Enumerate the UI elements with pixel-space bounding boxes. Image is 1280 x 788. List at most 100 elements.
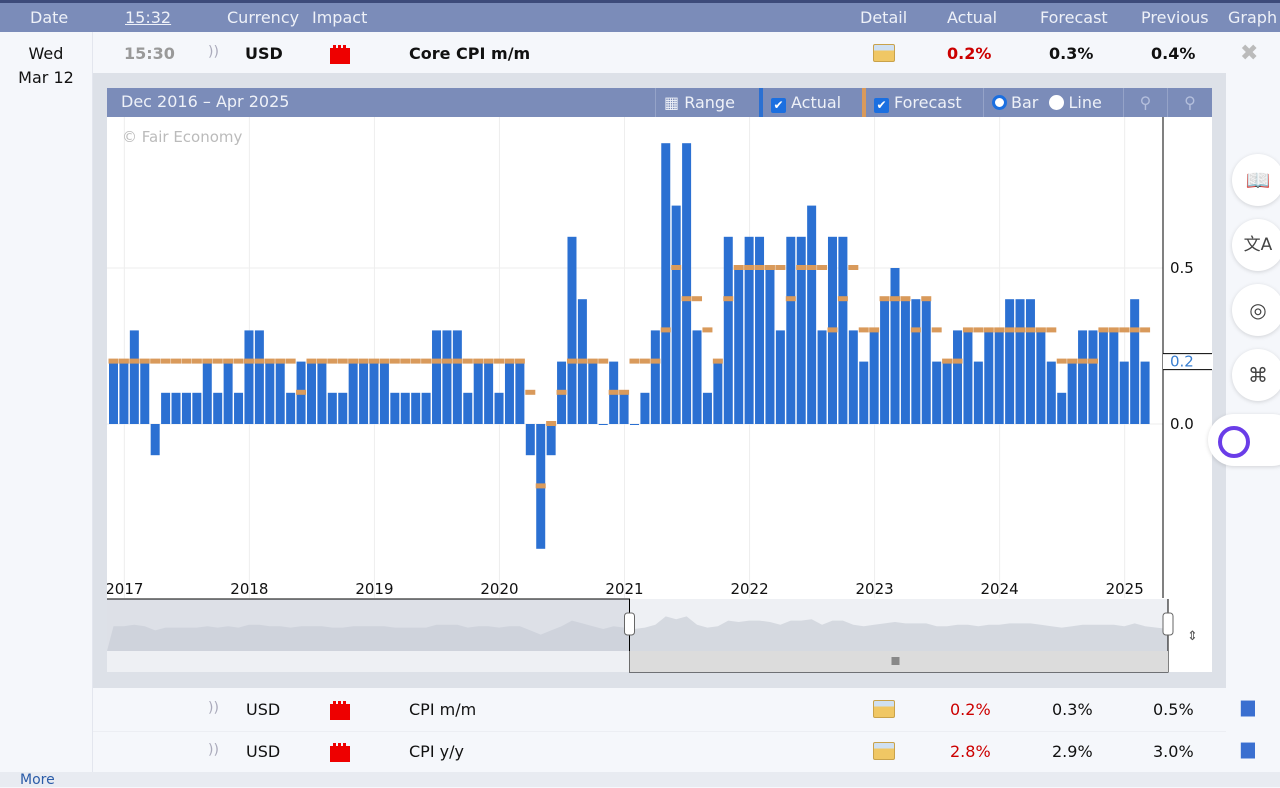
actual-bar <box>171 392 181 424</box>
event-title[interactable]: Core CPI m/m <box>409 44 530 63</box>
forecast-marker <box>1004 327 1015 333</box>
graph-icon[interactable]: ▆ <box>1241 696 1255 717</box>
bar-radio[interactable] <box>992 95 1007 110</box>
assistant-logo-icon[interactable] <box>1208 414 1280 466</box>
forecast-marker <box>723 296 734 302</box>
actual-label: Actual <box>791 93 842 112</box>
actual-bar <box>838 236 848 424</box>
event-row-core-cpi[interactable]: 15:30 )) USD Core CPI m/m 0.2% 0.3% 0.4%… <box>93 33 1258 73</box>
actual-bar <box>1015 299 1025 424</box>
event-forecast: 0.3% <box>1049 44 1094 63</box>
forecast-marker <box>504 358 515 364</box>
event-title[interactable]: CPI m/m <box>409 700 476 719</box>
forecast-marker <box>1067 358 1078 364</box>
actual-bar <box>119 361 129 424</box>
actual-bar <box>411 392 421 424</box>
sound-icon: )) <box>208 742 219 758</box>
event-title[interactable]: CPI y/y <box>409 742 464 761</box>
forecast-marker <box>1015 327 1026 333</box>
actual-bar <box>525 424 535 456</box>
actual-toggle[interactable]: ✔ Actual <box>759 88 849 117</box>
forecast-marker <box>296 389 307 395</box>
x-tick-label: 2018 <box>230 580 268 598</box>
scrollbar-grip-icon <box>891 657 900 665</box>
forecast-marker <box>827 327 838 333</box>
event-row-cpi-yy[interactable]: )) USD CPI y/y 2.8% 2.9% 3.0% ▆ <box>93 731 1255 771</box>
bar-label: Bar <box>1011 93 1039 112</box>
forecast-toggle[interactable]: ✔ Forecast <box>862 88 970 117</box>
translate-icon[interactable]: 文A <box>1232 219 1280 271</box>
forecast-marker <box>671 265 682 270</box>
actual-bar <box>984 330 994 424</box>
event-currency: USD <box>245 44 283 63</box>
forecast-marker <box>608 389 619 395</box>
actual-bar <box>650 330 660 424</box>
navigator-right-handle[interactable] <box>1162 612 1174 636</box>
forecast-marker <box>712 358 723 364</box>
current-time-link[interactable]: 15:32 <box>125 8 171 27</box>
more-label[interactable]: More <box>20 772 55 788</box>
forecast-marker <box>285 358 296 364</box>
table-header: Date 15:32 Currency Impact Detail Actual… <box>0 3 1280 32</box>
range-button[interactable]: ▦ Range <box>655 88 743 117</box>
actual-bar <box>504 361 514 424</box>
actual-bar <box>932 361 942 424</box>
actual-bar <box>973 361 983 424</box>
detail-folder-icon[interactable] <box>873 44 895 62</box>
forecast-marker <box>494 358 505 364</box>
forecast-marker <box>306 358 317 364</box>
forecast-marker <box>858 327 869 333</box>
col-actual: Actual <box>947 8 998 27</box>
broadcast-icon[interactable]: ◎ <box>1232 284 1280 336</box>
zoom-in-icon[interactable]: ⚲ <box>1123 88 1167 117</box>
forecast-marker <box>452 358 463 364</box>
col-date: Date <box>30 8 69 27</box>
forecast-marker <box>1140 327 1151 333</box>
close-graph-icon[interactable]: ✖ <box>1240 41 1258 66</box>
actual-bar <box>744 236 754 424</box>
actual-bar <box>1130 299 1140 424</box>
actual-bar <box>432 330 442 424</box>
actual-bar <box>442 330 452 424</box>
chart-mode-group: Bar Line <box>983 88 1110 117</box>
navigator-left-handle[interactable] <box>624 612 635 636</box>
actual-checkbox[interactable]: ✔ <box>771 98 786 113</box>
event-row-cpi-mm[interactable]: )) USD CPI m/m 0.2% 0.3% 0.5% ▆ <box>93 690 1255 730</box>
forecast-marker <box>848 265 859 270</box>
forecast-marker <box>566 358 577 364</box>
range-label: Range <box>684 93 735 112</box>
forecast-marker <box>890 296 900 302</box>
actual-bar <box>671 205 681 424</box>
more-link[interactable]: More <box>0 772 1280 788</box>
x-tick-label: 2019 <box>355 580 393 598</box>
scroll-updown-icon: ⇕ <box>1187 629 1198 644</box>
line-radio[interactable] <box>1049 95 1065 110</box>
detail-folder-icon[interactable] <box>873 742 895 760</box>
actual-bar <box>254 330 264 424</box>
forecast-marker <box>483 358 494 364</box>
actual-bar <box>640 392 650 424</box>
forecast-marker <box>410 358 421 364</box>
forecast-marker <box>254 358 265 364</box>
actual-bar <box>1140 361 1150 424</box>
forecast-marker <box>973 327 984 333</box>
forecast-marker <box>962 327 973 333</box>
forecast-marker <box>462 358 473 364</box>
forecast-marker <box>1087 358 1098 364</box>
actual-bar <box>1088 330 1098 424</box>
forecast-checkbox[interactable]: ✔ <box>874 98 889 113</box>
actual-bar <box>692 330 702 424</box>
actual-bar <box>494 392 504 424</box>
graph-icon[interactable]: ▆ <box>1241 738 1255 759</box>
actual-bar <box>379 361 389 424</box>
actual-bar <box>265 361 275 424</box>
apps-icon[interactable]: ⌘ <box>1232 349 1280 401</box>
forecast-marker <box>1129 327 1140 333</box>
zoom-out-icon[interactable]: ⚲ <box>1167 88 1212 117</box>
actual-bar <box>1005 299 1015 424</box>
actual-bar <box>452 330 462 424</box>
detail-folder-icon[interactable] <box>873 700 895 718</box>
actual-bar <box>1057 392 1067 424</box>
book-icon[interactable]: 📖 <box>1232 154 1280 206</box>
calendar-icon: ▦ <box>664 93 685 112</box>
